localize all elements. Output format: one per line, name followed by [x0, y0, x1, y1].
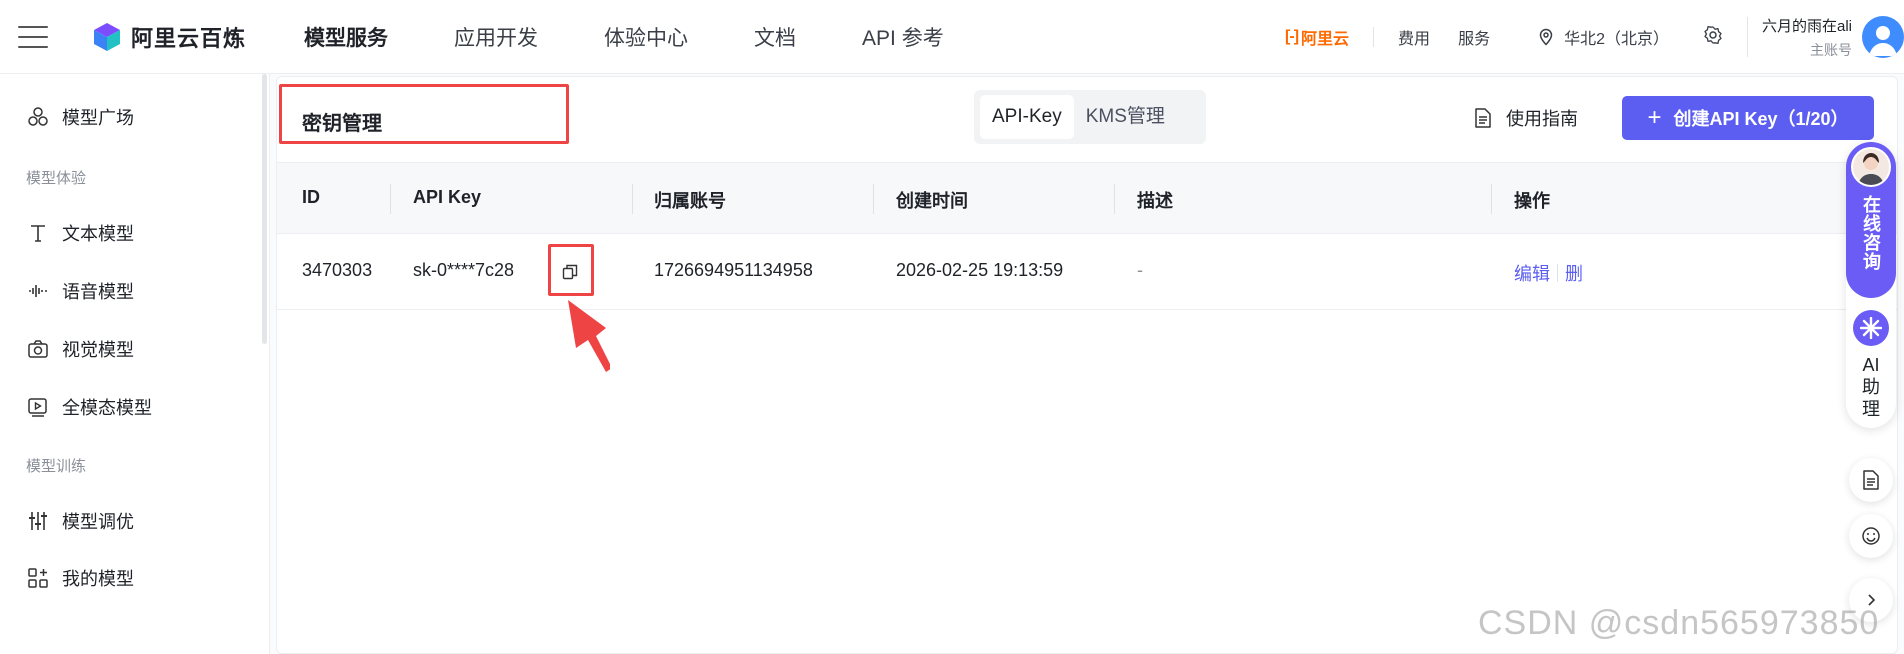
col-desc: 描述 — [1137, 191, 1173, 211]
sidebar-item-vision-model[interactable]: 视觉模型 — [26, 336, 134, 362]
nav-model-service[interactable]: 模型服务 — [304, 22, 388, 52]
create-button-label: 创建API Key（1/20） — [1673, 109, 1849, 129]
tab-kms[interactable]: KMS管理 — [1074, 95, 1177, 139]
divider — [1373, 27, 1375, 47]
text-t-icon — [26, 221, 50, 245]
brand-logo[interactable]: 阿里云百炼 — [92, 21, 246, 53]
ai-label-line-2: 助 — [1862, 377, 1880, 397]
nav-experience[interactable]: 体验中心 — [604, 22, 688, 52]
table-header: ID API Key 归属账号 创建时间 描述 操作 — [277, 162, 1897, 234]
support-avatar — [1851, 147, 1891, 187]
bailian-logo-icon — [92, 22, 122, 52]
sidebar-item-label: 我的模型 — [62, 569, 134, 589]
user-menu[interactable]: 六月的雨在ali 主账号 — [1746, 16, 1904, 58]
location-pin-icon — [1539, 28, 1553, 46]
col-account: 归属账号 — [654, 191, 726, 211]
annotation-arrow — [568, 300, 610, 372]
camera-icon — [26, 337, 50, 361]
document-icon — [1863, 470, 1879, 490]
sidebar-item-omni-model[interactable]: 全模态模型 — [26, 394, 152, 420]
title-highlight-box — [279, 84, 569, 144]
top-right-area: [-] 阿里云 费用 服务 华北2（北京） 六月的雨在ali 主账号 — [1285, 0, 1904, 74]
watermark: CSDN @csdn565973850 — [1478, 604, 1880, 642]
aliyun-logo-text: 阿里云 — [1301, 31, 1350, 48]
col-divider[interactable] — [1114, 184, 1115, 214]
main-nav: 模型服务 应用开发 体验中心 文档 API 参考 — [304, 22, 1010, 52]
sidebar-item-label: 文本模型 — [62, 224, 134, 244]
region-selector[interactable]: 华北2（北京） — [1538, 25, 1669, 49]
avatar[interactable] — [1862, 16, 1904, 58]
tab-api-key[interactable]: API-Key — [980, 95, 1074, 139]
col-actions: 操作 — [1514, 191, 1550, 211]
smiley-icon — [1862, 527, 1880, 545]
video-play-icon — [26, 395, 50, 419]
ai-label-line-3: 理 — [1862, 399, 1880, 419]
guide-link[interactable]: 使用指南 — [1474, 105, 1578, 131]
cell-desc: - — [1137, 260, 1143, 280]
apps-grid-icon — [26, 566, 50, 590]
plus-icon: + — [1647, 104, 1662, 131]
col-divider[interactable] — [390, 184, 391, 214]
feedback-float-button[interactable] — [1849, 514, 1893, 558]
ai-star-icon — [1853, 310, 1889, 346]
col-api-key: API Key — [413, 187, 482, 207]
sidebar-scrollbar[interactable] — [262, 74, 267, 344]
waveform-icon — [26, 279, 50, 303]
models-cluster-icon — [26, 105, 50, 129]
tab-switcher: API-Key KMS管理 — [974, 90, 1206, 144]
sidebar-group-experience: 模型体验 — [26, 170, 87, 187]
table-row: 3470303 sk-0****7c28 1726694951134958 20… — [277, 234, 1897, 310]
cell-api-key: sk-0****7c28 — [413, 260, 515, 280]
col-id: ID — [302, 187, 320, 207]
cell-id: 3470303 — [302, 260, 373, 280]
copy-highlight-box — [548, 244, 594, 296]
top-navbar: 阿里云百炼 模型服务 应用开发 体验中心 文档 API 参考 [-] 阿里云 费… — [0, 0, 1904, 74]
docs-float-button[interactable] — [1849, 458, 1893, 502]
sliders-icon — [26, 509, 50, 533]
nav-api-ref[interactable]: API 参考 — [862, 22, 944, 52]
sidebar-item-label: 视觉模型 — [62, 340, 134, 360]
col-divider[interactable] — [1491, 184, 1492, 214]
cell-created: 2026-02-25 19:13:59 — [896, 260, 1064, 280]
cell-account: 1726694951134958 — [654, 260, 813, 280]
gear-icon[interactable] — [1703, 25, 1723, 50]
action-divider — [1557, 264, 1558, 282]
online-consult-label: 在线咨询 — [1861, 195, 1881, 271]
delete-link[interactable]: 删 — [1565, 260, 1583, 286]
menu-icon[interactable] — [18, 25, 48, 48]
nav-docs[interactable]: 文档 — [754, 22, 796, 52]
aliyun-logo-icon: [-] — [1285, 28, 1299, 45]
user-name: 六月的雨在ali — [1761, 17, 1852, 35]
col-divider[interactable] — [873, 184, 874, 214]
region-label: 华北2（北京） — [1564, 31, 1669, 48]
sidebar-group-training: 模型训练 — [26, 458, 87, 475]
brand-name: 阿里云百炼 — [131, 25, 247, 51]
online-consult-button[interactable]: 在线咨询 — [1846, 142, 1896, 298]
sidebar-item-label: 模型广场 — [62, 108, 134, 128]
guide-label: 使用指南 — [1506, 109, 1578, 129]
service-link[interactable]: 服务 — [1458, 25, 1490, 49]
document-icon — [1475, 108, 1491, 128]
user-role: 主账号 — [1810, 41, 1852, 58]
col-created: 创建时间 — [896, 191, 968, 211]
edit-link[interactable]: 编辑 — [1514, 260, 1550, 286]
create-api-key-button[interactable]: + 创建API Key（1/20） — [1622, 96, 1874, 140]
col-divider[interactable] — [632, 184, 633, 214]
sidebar-item-tuning[interactable]: 模型调优 — [26, 508, 134, 534]
sidebar-item-my-models[interactable]: 我的模型 — [26, 565, 134, 591]
floating-dock: 在线咨询 AI 助 理 — [1846, 142, 1896, 428]
aliyun-logo[interactable]: [-] 阿里云 — [1285, 25, 1349, 49]
nav-app-dev[interactable]: 应用开发 — [454, 22, 538, 52]
sidebar-item-text-model[interactable]: 文本模型 — [26, 220, 134, 246]
sidebar-item-label: 全模态模型 — [62, 398, 152, 418]
ai-label-line-1: AI — [1862, 355, 1880, 375]
sidebar: 模型广场 模型体验 文本模型 语音模型 视觉模型 全模态模型 模型训练 模型调优… — [0, 74, 270, 654]
sidebar-item-model-square[interactable]: 模型广场 — [26, 104, 134, 130]
sidebar-item-label: 模型调优 — [62, 512, 134, 532]
ai-assistant-button[interactable]: AI 助 理 — [1846, 310, 1896, 422]
sidebar-item-voice-model[interactable]: 语音模型 — [26, 278, 134, 304]
fee-link[interactable]: 费用 — [1398, 25, 1430, 49]
sidebar-item-label: 语音模型 — [62, 282, 134, 302]
